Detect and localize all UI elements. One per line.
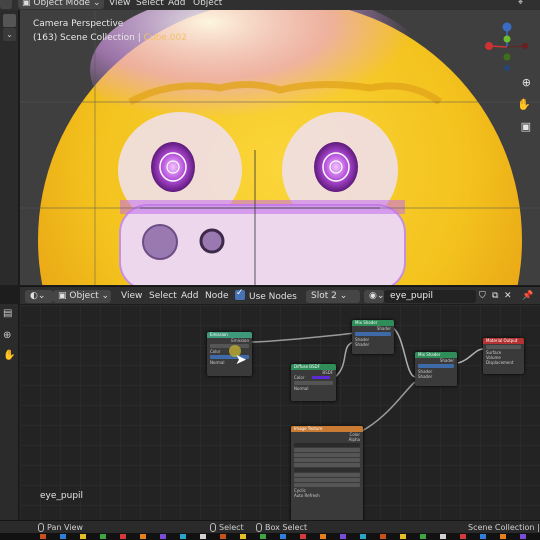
node-canvas[interactable]: Emission Emission Color Normal ➤ Diffuse… xyxy=(20,305,540,523)
mouse-icon xyxy=(38,523,44,532)
3d-viewport[interactable]: ⊕ ✋ ▣ xyxy=(20,10,540,285)
snap-icon[interactable]: ⌖ xyxy=(518,0,523,9)
viewport-header: ▣ Object Mode ⌄ View Select Add Object ⌖ xyxy=(0,0,540,10)
viewport-overlay-info: Camera Perspective (163) Scene Collectio… xyxy=(33,17,187,45)
menu-add[interactable]: Add xyxy=(181,290,198,303)
material-label: eye_pupil xyxy=(40,491,84,501)
viewport-scene xyxy=(20,10,540,285)
slot-dropdown[interactable]: Slot 2 ⌄ xyxy=(306,290,360,303)
node-editor-header: ◐⌄ ▣ Object ⌄ View Select Add Node Use N… xyxy=(20,286,540,304)
chevron-down-icon: ⌄ xyxy=(90,0,101,8)
menu-node[interactable]: Node xyxy=(205,290,229,303)
diffuse-bsdf-node[interactable]: Diffuse BSDF BSDF Color Normal xyxy=(291,364,336,401)
material-name-field[interactable]: eye_pupil xyxy=(384,290,476,303)
material-browse-button[interactable]: ◉⌄ xyxy=(364,290,384,303)
menu-select[interactable]: Select xyxy=(136,0,164,9)
menu-add[interactable]: Add xyxy=(168,0,185,9)
duplicate-material-icon[interactable]: ⧉ xyxy=(492,290,498,303)
scene-info: Scene Collection | C xyxy=(468,523,540,532)
shader-editor-icon: ◐⌄ xyxy=(30,291,46,301)
mix-shader-node-2[interactable]: Mix Shader Shader Shader Shader xyxy=(415,352,457,386)
folder-icon[interactable]: ▤ xyxy=(3,308,12,319)
object-type-dropdown[interactable]: ▣ Object ⌄ xyxy=(53,290,111,303)
pan-view-hint: Pan View xyxy=(38,522,83,533)
node-title: Material Output xyxy=(483,338,524,344)
status-bar: Pan View Select Box Select Scene Collect… xyxy=(0,520,540,533)
object-icon: ▣ xyxy=(58,291,70,301)
zoom-icon[interactable]: ⊕ xyxy=(522,76,531,89)
material-sphere-icon: ◉⌄ xyxy=(369,291,385,301)
mix-shader-node[interactable]: Mix Shader Shader Shader Shader xyxy=(352,320,394,354)
toolbar-3d: ⌄ xyxy=(0,10,19,285)
object-mode-dropdown[interactable]: ▣ Object Mode ⌄ xyxy=(18,0,105,9)
zoom-icon[interactable]: ⊕ xyxy=(3,330,11,341)
perspective-label: Camera Perspective xyxy=(33,19,124,29)
pan-hand-icon[interactable]: ✋ xyxy=(3,350,15,361)
menu-object[interactable]: Object xyxy=(193,0,222,9)
pan-hand-icon[interactable]: ✋ xyxy=(517,98,531,111)
mouse-icon xyxy=(210,523,216,532)
chevron-down-icon[interactable]: ⌄ xyxy=(3,28,16,41)
image-texture-node[interactable]: Image Texture Color Alpha Cyclic Auto Re… xyxy=(291,426,363,523)
menu-view[interactable]: View xyxy=(121,290,142,303)
editor-type-button[interactable] xyxy=(0,0,12,9)
collection-label: (163) Scene Collection | Cube.002 xyxy=(33,33,187,43)
select-tool-icon[interactable] xyxy=(3,14,16,27)
menu-view[interactable]: View xyxy=(109,0,130,9)
chevron-down-icon: ⌄ xyxy=(98,291,110,301)
pin-icon[interactable]: 📌 xyxy=(522,290,533,303)
taskbar-icons xyxy=(40,534,526,539)
box-select-hint: Box Select xyxy=(256,522,307,533)
toolbar-node: ▤ ⊕ ✋ xyxy=(0,304,19,520)
camera-view-icon[interactable]: ▣ xyxy=(521,120,531,133)
use-nodes-toggle[interactable]: Use Nodes xyxy=(235,287,297,303)
right-pupil xyxy=(314,142,358,192)
left-pupil xyxy=(151,142,195,192)
mouse-icon xyxy=(256,523,262,532)
menu-select[interactable]: Select xyxy=(149,290,177,303)
mode-icon: ▣ xyxy=(22,0,34,8)
mouse-cursor-icon: ➤ xyxy=(235,352,247,368)
node-links xyxy=(251,326,484,432)
chevron-down-icon: ⌄ xyxy=(336,291,348,301)
material-output-node[interactable]: Material Output Surface Volume Displacem… xyxy=(483,338,524,374)
editor-type-dropdown[interactable]: ◐⌄ xyxy=(25,290,53,303)
os-taskbar xyxy=(0,533,540,540)
fake-user-icon[interactable]: ⛉ xyxy=(479,290,486,303)
unlink-material-icon[interactable]: ✕ xyxy=(504,290,512,303)
checkbox-icon xyxy=(235,287,245,300)
select-hint: Select xyxy=(210,522,244,533)
